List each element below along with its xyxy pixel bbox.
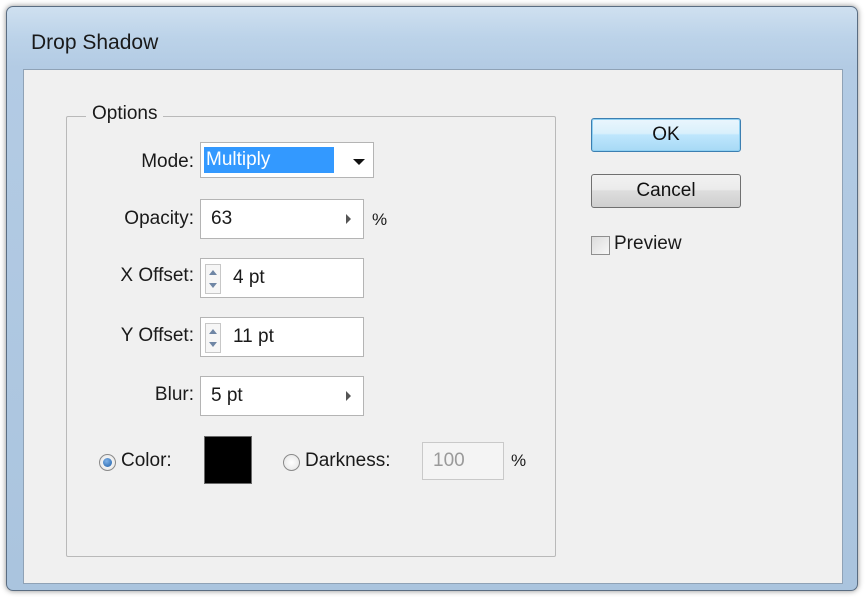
darkness-input[interactable]: 100 xyxy=(422,442,504,480)
ok-button[interactable]: OK xyxy=(591,118,741,152)
stepper-up-icon[interactable] xyxy=(209,270,217,275)
cancel-button[interactable]: Cancel xyxy=(591,174,741,208)
options-group-label: Options xyxy=(86,103,164,125)
mode-selected-value: Multiply xyxy=(204,147,334,173)
dialog-body: Options Mode: Multiply Opacity: 63 % X O… xyxy=(23,69,843,584)
stepper-down-icon[interactable] xyxy=(209,342,217,347)
color-radio[interactable] xyxy=(99,454,116,471)
darkness-value: 100 xyxy=(433,450,465,471)
preview-checkbox[interactable] xyxy=(591,236,610,255)
triangle-right-icon xyxy=(345,214,351,224)
y-offset-stepper[interactable] xyxy=(205,323,221,353)
blur-input[interactable]: 5 pt xyxy=(200,376,364,416)
opacity-label: Opacity: xyxy=(124,208,194,229)
darkness-unit: % xyxy=(511,451,527,470)
color-swatch[interactable] xyxy=(204,436,252,484)
x-offset-value: 4 pt xyxy=(233,267,265,288)
stepper-down-icon[interactable] xyxy=(209,283,217,288)
blur-slider-button[interactable] xyxy=(333,377,363,415)
color-label: Color: xyxy=(121,450,172,471)
y-offset-label: Y Offset: xyxy=(120,325,194,346)
opacity-value: 63 xyxy=(211,208,233,229)
darkness-radio[interactable] xyxy=(283,454,300,471)
blur-value: 5 pt xyxy=(211,385,243,406)
blur-label: Blur: xyxy=(154,384,194,405)
opacity-unit: % xyxy=(372,210,388,229)
triangle-right-icon xyxy=(345,391,351,401)
opacity-slider-button[interactable] xyxy=(333,200,363,238)
title-bar[interactable]: Drop Shadow xyxy=(7,7,857,69)
x-offset-label: X Offset: xyxy=(120,265,194,286)
x-offset-input[interactable]: 4 pt xyxy=(200,258,364,298)
darkness-label: Darkness: xyxy=(305,450,391,471)
mode-label: Mode: xyxy=(141,151,194,172)
y-offset-input[interactable]: 11 pt xyxy=(200,317,364,357)
dialog-title: Drop Shadow xyxy=(31,31,159,54)
opacity-input[interactable]: 63 xyxy=(200,199,364,239)
preview-label[interactable]: Preview xyxy=(614,233,682,255)
mode-dropdown[interactable]: Multiply xyxy=(200,142,374,178)
y-offset-value: 11 pt xyxy=(233,326,274,347)
chevron-down-icon[interactable] xyxy=(353,159,365,165)
stepper-up-icon[interactable] xyxy=(209,329,217,334)
drop-shadow-dialog: Drop Shadow Options Mode: Multiply Opaci… xyxy=(6,6,858,591)
x-offset-stepper[interactable] xyxy=(205,264,221,294)
